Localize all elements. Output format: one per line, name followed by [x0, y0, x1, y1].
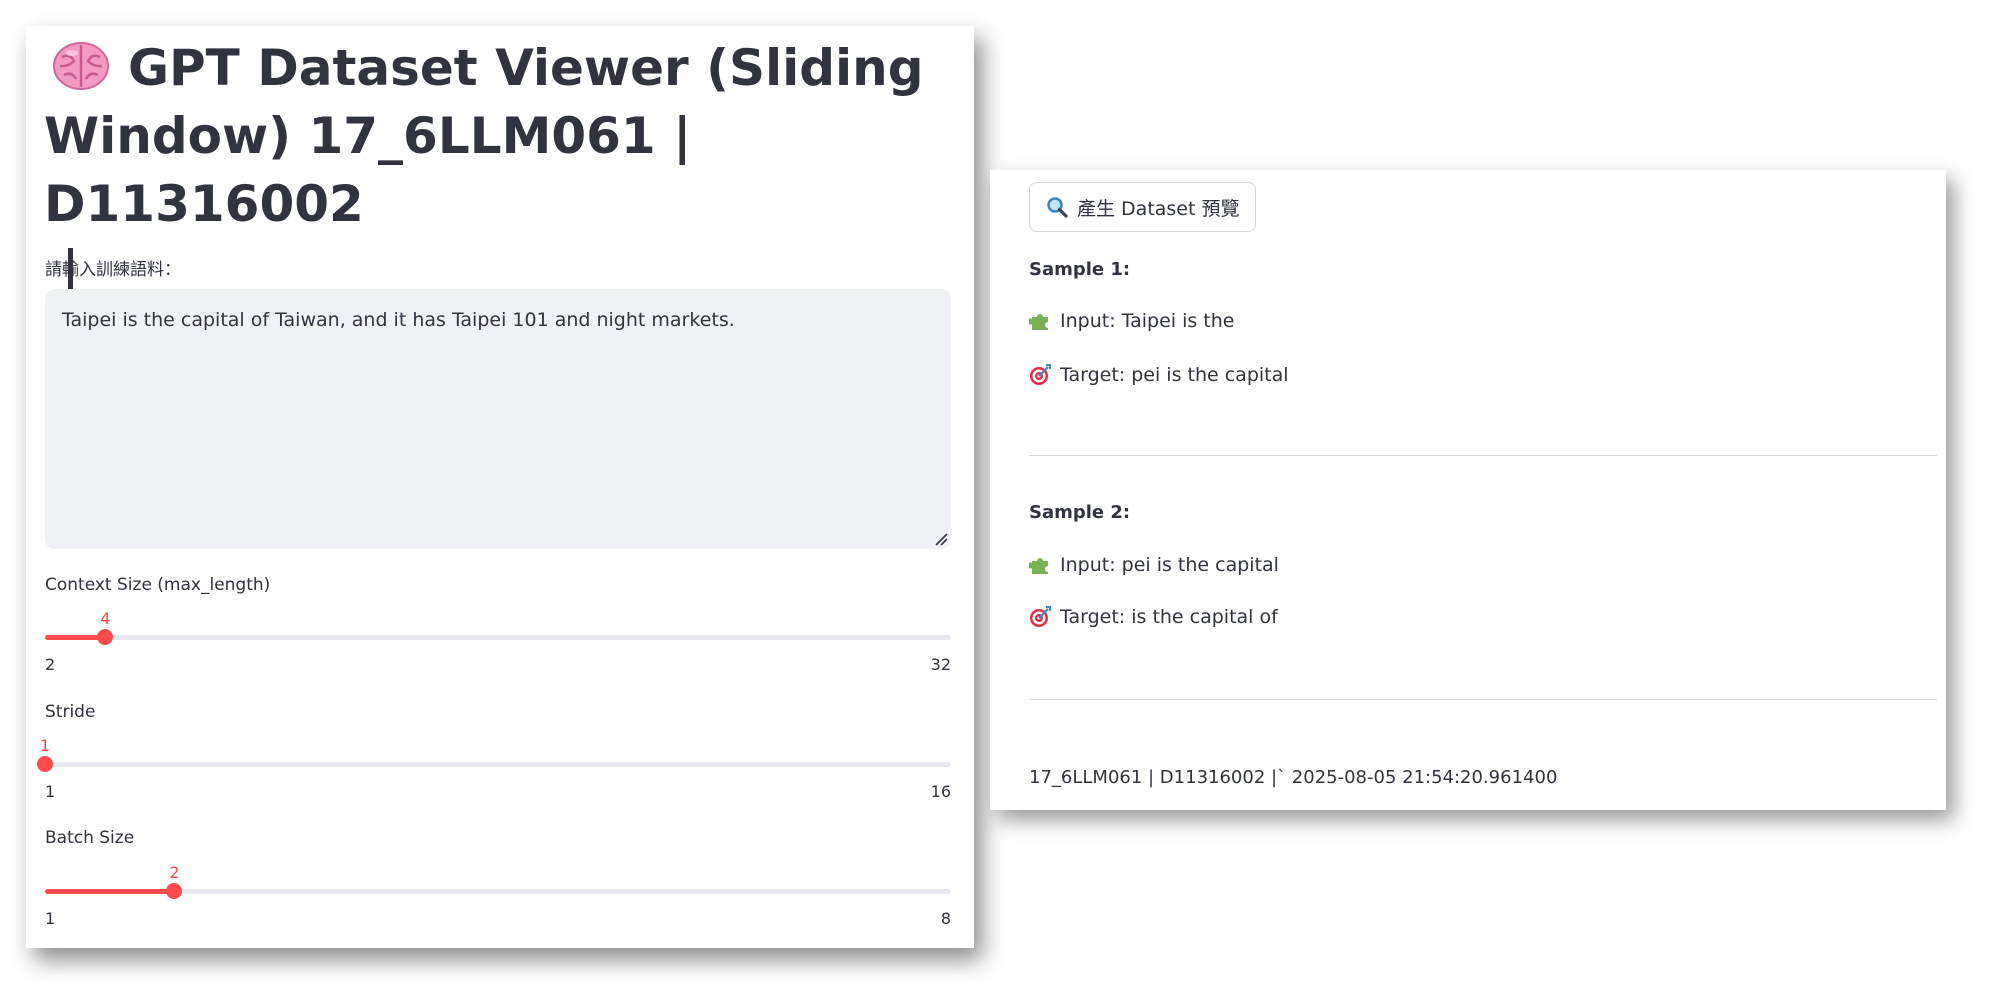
sample-1-input: Input: Taipei is the: [1029, 310, 1235, 332]
generate-preview-label: 產生 Dataset 預覽: [1077, 197, 1240, 220]
sample-1-title: Sample 1:: [1029, 259, 1131, 280]
sample-1-target-text: Target: pei is the capital: [1060, 364, 1289, 386]
input-panel: GPT Dataset Viewer (Sliding Window) 17_6…: [26, 26, 974, 948]
title-line-2: Window) 17_6LLM061 | D11316002: [44, 107, 692, 233]
divider: [1029, 455, 1937, 456]
sample-2-title: Sample 2:: [1029, 502, 1131, 523]
context-size-slider[interactable]: 4 2 32: [45, 609, 951, 674]
sample-2-target: Target: is the capital of: [1029, 606, 1278, 628]
sample-2-target-text: Target: is the capital of: [1060, 606, 1278, 628]
slider-value: 4: [100, 609, 111, 628]
target-icon: [1030, 606, 1051, 627]
puzzle-icon: [1029, 558, 1048, 574]
target-icon: [1030, 364, 1051, 385]
input-label: 請輸入訓練語料：: [45, 260, 181, 280]
slider-min: 1: [45, 782, 56, 801]
slider-max: 8: [940, 909, 951, 928]
sample-2-input-text: Input: pei is the capital: [1060, 554, 1279, 576]
slider-thumb[interactable]: [97, 629, 114, 645]
preview-panel: 產生 Dataset 預覽 Sample 1: Input: Taipei is…: [990, 170, 1946, 810]
sample-1-input-text: Input: Taipei is the: [1060, 310, 1235, 332]
slider-value: 2: [169, 863, 180, 882]
slider-track[interactable]: [45, 762, 951, 767]
sample-2-input: Input: pei is the capital: [1029, 554, 1279, 576]
training-text-input[interactable]: Taipei is the capital of Taiwan, and it …: [45, 289, 951, 549]
resize-handle-icon[interactable]: [934, 532, 948, 546]
sample-1-target: Target: pei is the capital: [1029, 364, 1289, 386]
stride-slider[interactable]: 1 1 16: [37, 736, 951, 801]
generate-preview-button[interactable]: 產生 Dataset 預覽: [1029, 182, 1257, 232]
divider: [1029, 699, 1937, 700]
slider-max: 16: [930, 782, 951, 801]
slider-value: 1: [39, 736, 51, 755]
context-size-label: Context Size (max_length): [45, 575, 271, 595]
batch-size-label: Batch Size: [45, 828, 135, 848]
slider-track[interactable]: [45, 635, 951, 640]
slider-max: 32: [930, 655, 951, 674]
slider-min: 2: [45, 655, 56, 674]
brain-icon: [53, 42, 109, 90]
title-line-1: GPT Dataset Viewer (Sliding: [128, 39, 924, 97]
slider-thumb[interactable]: [166, 883, 183, 899]
puzzle-icon: [1029, 314, 1048, 330]
batch-size-slider[interactable]: 2 1 8: [45, 863, 951, 928]
slider-min: 1: [45, 909, 56, 928]
footer-info: 17_6LLM061 | D11316002 |` 2025-08-05 21:…: [1029, 767, 1558, 788]
slider-thumb[interactable]: [37, 756, 53, 772]
slider-fill: [45, 889, 175, 894]
stride-label: Stride: [45, 702, 96, 722]
slider-fill: [45, 635, 106, 640]
magnifier-icon: [1047, 197, 1068, 218]
